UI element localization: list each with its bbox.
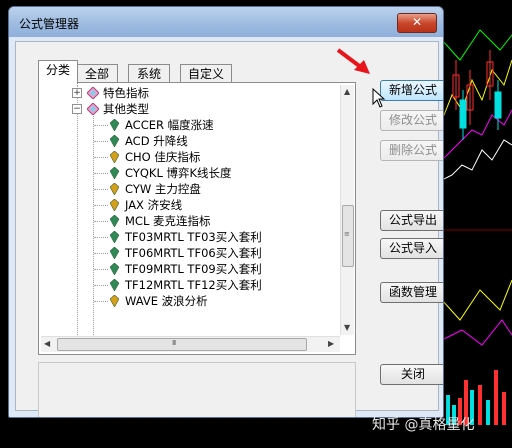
formula-label: TF12MRTL TF12买入套利 <box>125 278 262 292</box>
tree-category-row[interactable]: + 特色指标 <box>41 85 339 101</box>
formula-pencil-icon <box>110 295 119 307</box>
horizontal-scrollbar[interactable]: ◀ III ▶ <box>41 336 340 352</box>
title-bar[interactable]: 公式管理器 ✕ <box>9 7 443 37</box>
formula-manager-dialog: 公式管理器 ✕ 分类 全部 系统 自定义 + 特色指标 − 其他类型 ACCER… <box>8 6 444 418</box>
formula-tree[interactable]: + 特色指标 − 其他类型 ACCER 幅度涨速 ACD 升降线 CHO 佳庆指标 C… <box>41 85 339 335</box>
tree-connector <box>94 285 108 286</box>
vertical-scroll-thumb[interactable]: ≡ <box>342 205 354 267</box>
horizontal-scroll-thumb[interactable]: III <box>57 338 307 351</box>
formula-item[interactable]: WAVE 波浪分析 <box>41 293 339 309</box>
close-window-button[interactable]: ✕ <box>397 13 437 33</box>
function-manage-button[interactable]: 函数管理 <box>380 282 443 303</box>
tab-custom[interactable]: 自定义 <box>180 64 232 83</box>
formula-item[interactable]: TF06MRTL TF06买入套利 <box>41 245 339 261</box>
new-formula-button[interactable]: 新增公式 <box>380 80 443 101</box>
delete-formula-button: 删除公式 <box>380 140 443 161</box>
tree-connector <box>94 173 108 174</box>
formula-label: TF09MRTL TF09买入套利 <box>125 262 262 276</box>
red-arrow-annotation <box>336 48 370 74</box>
tab-category[interactable]: 分类 <box>38 60 78 84</box>
tree-connector <box>94 125 108 126</box>
export-formula-button[interactable]: 公式导出 <box>380 210 443 231</box>
formula-pencil-icon <box>110 263 119 275</box>
formula-label: TF03MRTL TF03买入套利 <box>125 230 262 244</box>
formula-label: ACCER 幅度涨速 <box>125 118 214 132</box>
category-diamond-icon <box>87 103 99 115</box>
formula-label: WAVE 波浪分析 <box>125 294 208 308</box>
formula-label: ACD 升降线 <box>125 134 188 148</box>
scroll-right-icon[interactable]: ▶ <box>328 339 334 348</box>
formula-item[interactable]: ACD 升降线 <box>41 133 339 149</box>
mouse-cursor-icon <box>372 88 386 108</box>
close-button[interactable]: 关闭 <box>380 364 443 385</box>
formula-pencil-icon <box>110 231 119 243</box>
scroll-grip: ≡ <box>344 230 350 238</box>
formula-pencil-icon <box>110 279 119 291</box>
watermark: 知乎 @真格量化 <box>372 417 475 433</box>
import-formula-button[interactable]: 公式导入 <box>380 238 443 259</box>
formula-tree-panel: + 特色指标 − 其他类型 ACCER 幅度涨速 ACD 升降线 CHO 佳庆指标 C… <box>38 82 356 355</box>
formula-item[interactable]: CYQKL 博弈K线长度 <box>41 165 339 181</box>
tree-connector <box>94 269 108 270</box>
formula-pencil-icon <box>110 135 119 147</box>
formula-pencil-icon <box>110 119 119 131</box>
formula-item[interactable]: TF12MRTL TF12买入套利 <box>41 277 339 293</box>
tree-connector <box>94 237 108 238</box>
tree-connector <box>94 221 108 222</box>
scroll-left-icon[interactable]: ◀ <box>44 339 50 348</box>
tab-all[interactable]: 全部 <box>76 64 118 83</box>
formula-item[interactable]: JAX 济安线 <box>41 197 339 213</box>
scroll-down-icon[interactable]: ▼ <box>344 323 350 332</box>
formula-label: CYW 主力控盘 <box>125 182 201 196</box>
formula-label: JAX 济安线 <box>125 198 183 212</box>
tree-connector <box>94 141 108 142</box>
tree-category-row[interactable]: − 其他类型 <box>41 101 339 117</box>
scroll-grip: III <box>172 339 176 347</box>
collapse-icon[interactable]: − <box>72 104 82 114</box>
formula-item[interactable]: CHO 佳庆指标 <box>41 149 339 165</box>
formula-pencil-icon <box>110 215 119 227</box>
tab-system[interactable]: 系统 <box>128 64 170 83</box>
tree-category-label: 其他类型 <box>103 102 149 116</box>
formula-label: MCL 麦克连指标 <box>125 214 211 228</box>
category-diamond-icon <box>87 87 99 99</box>
edit-formula-button: 修改公式 <box>380 110 443 131</box>
formula-item[interactable]: TF03MRTL TF03买入套利 <box>41 229 339 245</box>
formula-pencil-icon <box>110 199 119 211</box>
tree-connector <box>94 253 108 254</box>
formula-pencil-icon <box>110 167 119 179</box>
tree-connector <box>94 205 108 206</box>
dialog-title: 公式管理器 <box>19 17 80 31</box>
tree-connector <box>94 301 108 302</box>
formula-item[interactable]: CYW 主力控盘 <box>41 181 339 197</box>
formula-item[interactable]: ACCER 幅度涨速 <box>41 117 339 133</box>
formula-pencil-icon <box>110 247 119 259</box>
tree-category-label: 特色指标 <box>103 86 149 100</box>
formula-pencil-icon <box>110 183 119 195</box>
formula-label: TF06MRTL TF06买入套利 <box>125 246 262 260</box>
tree-connector <box>94 157 108 158</box>
formula-item[interactable]: MCL 麦克连指标 <box>41 213 339 229</box>
expand-icon[interactable]: + <box>72 88 82 98</box>
formula-item[interactable]: TF09MRTL TF09买入套利 <box>41 261 339 277</box>
tree-connector <box>94 189 108 190</box>
formula-label: CHO 佳庆指标 <box>125 150 201 164</box>
vertical-scrollbar[interactable]: ▲ ≡ ▼ <box>340 85 354 335</box>
formula-description-box <box>38 362 356 417</box>
scroll-up-icon[interactable]: ▲ <box>344 87 350 96</box>
formula-label: CYQKL 博弈K线长度 <box>125 166 232 180</box>
formula-pencil-icon <box>110 151 119 163</box>
